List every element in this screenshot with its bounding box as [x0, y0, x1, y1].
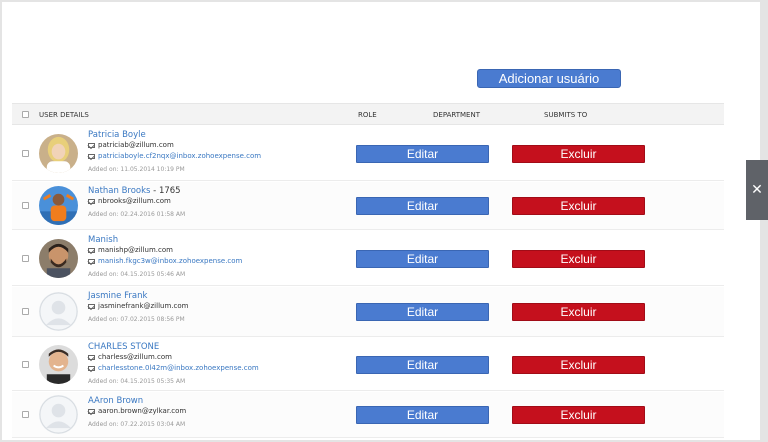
added-date: Added on: 11.05.2014 10:19 PM	[88, 166, 185, 173]
edit-button[interactable]: Editar	[356, 197, 489, 215]
user-email: jasminefrank@zillum.com	[98, 302, 189, 310]
delete-button[interactable]: Excluir	[512, 145, 645, 163]
inbox-email-line[interactable]: charlesstone.0l42m@inbox.zohoexpense.com	[88, 364, 259, 372]
email-line: charless@zillum.com	[88, 353, 172, 361]
added-date: Added on: 02.24.2016 01:58 AM	[88, 211, 186, 218]
edit-button[interactable]: Editar	[356, 406, 489, 424]
close-icon: ✕	[751, 182, 763, 198]
user-email: charless@zillum.com	[98, 353, 172, 361]
added-date: Added on: 04.15.2015 05:46 AM	[88, 271, 186, 278]
user-name: Jasmine Frank	[88, 291, 148, 301]
avatar	[39, 292, 78, 331]
added-date: Added on: 07.02.2015 08:56 PM	[88, 316, 185, 323]
edit-button[interactable]: Editar	[356, 145, 489, 163]
add-user-button[interactable]: Adicionar usuário	[477, 69, 621, 88]
edit-button[interactable]: Editar	[356, 356, 489, 374]
table-row: CHARLES STONE charless@zillum.com charless…	[12, 338, 724, 391]
email-line: patriciab@zillum.com	[88, 141, 174, 149]
mail-icon	[88, 408, 95, 414]
user-email: patriciab@zillum.com	[98, 141, 174, 149]
row-checkbox[interactable]	[22, 150, 29, 157]
avatar	[39, 134, 78, 173]
mail-icon	[88, 354, 95, 360]
mail-icon	[88, 153, 95, 159]
user-name: Nathan Brooks	[88, 186, 151, 196]
added-date: Added on: 04.15.2015 05:35 AM	[88, 378, 186, 385]
user-inbox-email: charlesstone.0l42m@inbox.zohoexpense.com	[98, 364, 259, 372]
mail-icon	[88, 142, 95, 148]
header-department: DEPARTMENT	[433, 111, 480, 119]
header-submits-to: SUBMITS TO	[544, 111, 588, 119]
mail-icon	[88, 247, 95, 253]
user-name-link[interactable]: Nathan Brooks - 1765	[88, 186, 181, 196]
email-line: aaron.brown@zylkar.com	[88, 407, 186, 415]
user-name-link[interactable]: Jasmine Frank	[88, 291, 147, 301]
edit-button[interactable]: Editar	[356, 303, 489, 321]
user-name: Manish	[88, 235, 119, 245]
table-row: Nathan Brooks - 1765 nbrooks@zillum.com Ad…	[12, 182, 724, 230]
delete-button[interactable]: Excluir	[512, 406, 645, 424]
edit-button[interactable]: Editar	[356, 250, 489, 268]
row-checkbox[interactable]	[22, 411, 29, 418]
user-name-link[interactable]: Manish	[88, 235, 118, 245]
avatar	[39, 239, 78, 278]
delete-button[interactable]: Excluir	[512, 250, 645, 268]
email-line: manishp@zillum.com	[88, 246, 173, 254]
email-line: jasminefrank@zillum.com	[88, 302, 188, 310]
user-email: manishp@zillum.com	[98, 246, 173, 254]
delete-button[interactable]: Excluir	[512, 197, 645, 215]
row-checkbox[interactable]	[22, 361, 29, 368]
mail-icon	[88, 258, 95, 264]
close-tab[interactable]: ✕	[746, 160, 768, 220]
user-inbox-email: patriciaboyle.cf2nqx@inbox.zohoexpense.c…	[98, 152, 262, 160]
mail-icon	[88, 303, 95, 309]
user-name: AAron Brown	[88, 396, 144, 406]
row-checkbox[interactable]	[22, 255, 29, 262]
delete-button[interactable]: Excluir	[512, 356, 645, 374]
email-line: nbrooks@zillum.com	[88, 197, 171, 205]
users-panel: Adicionar usuário USER DETAILS ROLE DEPA…	[2, 2, 760, 440]
inbox-email-line[interactable]: manish.fkgc3w@inbox.zohoexpense.com	[88, 257, 242, 265]
mail-icon	[88, 198, 95, 204]
user-extra: - 1765	[150, 186, 181, 196]
avatar	[39, 345, 78, 384]
row-checkbox[interactable]	[22, 202, 29, 209]
delete-button[interactable]: Excluir	[512, 303, 645, 321]
user-email: nbrooks@zillum.com	[98, 197, 171, 205]
row-checkbox[interactable]	[22, 308, 29, 315]
user-name: Patricia Boyle	[88, 130, 146, 140]
avatar	[39, 395, 78, 434]
user-name-link[interactable]: AAron Brown	[88, 396, 143, 406]
table-row: AAron Brown aaron.brown@zylkar.com Added o…	[12, 392, 724, 438]
inbox-email-line[interactable]: patriciaboyle.cf2nqx@inbox.zohoexpense.c…	[88, 152, 261, 160]
table-row: Jasmine Frank jasminefrank@zillum.com Adde…	[12, 287, 724, 337]
mail-icon	[88, 365, 95, 371]
user-name-link[interactable]: Patricia Boyle	[88, 130, 146, 140]
user-name: CHARLES STONE	[88, 342, 160, 352]
user-inbox-email: manish.fkgc3w@inbox.zohoexpense.com	[98, 257, 243, 265]
table-row: Patricia Boyle patriciab@zillum.com patric…	[12, 126, 724, 181]
table-header: USER DETAILS ROLE DEPARTMENT SUBMITS TO	[12, 103, 724, 125]
table-row: Manish manishp@zillum.com manish.fkgc3w@in…	[12, 231, 724, 286]
user-email: aaron.brown@zylkar.com	[98, 407, 187, 415]
select-all-checkbox[interactable]	[22, 111, 29, 118]
avatar	[39, 186, 78, 225]
header-user-details: USER DETAILS	[39, 111, 89, 119]
header-role: ROLE	[358, 111, 377, 119]
user-name-link[interactable]: CHARLES STONE	[88, 342, 159, 352]
added-date: Added on: 07.22.2015 03:04 AM	[88, 421, 186, 428]
